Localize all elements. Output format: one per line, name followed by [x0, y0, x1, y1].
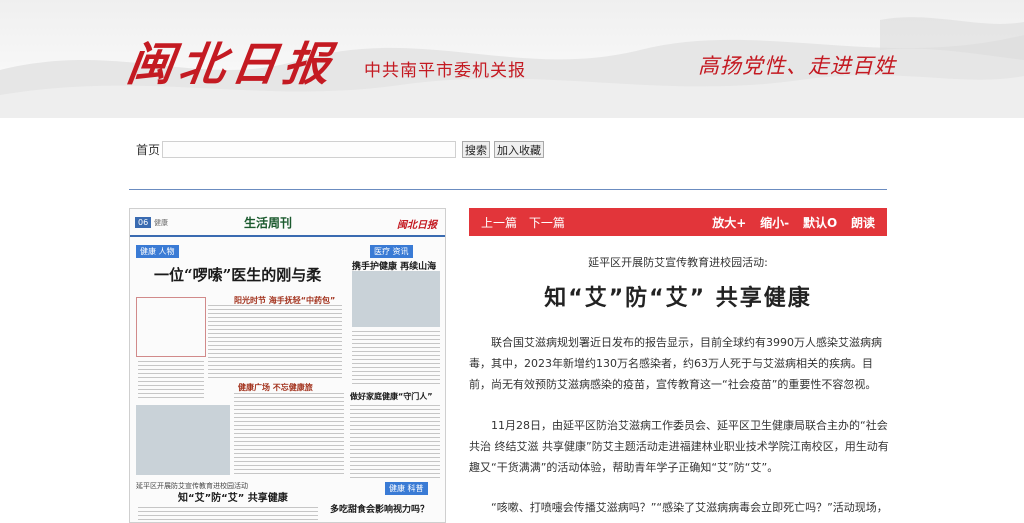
- photo: [352, 271, 440, 327]
- add-favorite-button[interactable]: 加入收藏: [494, 140, 545, 158]
- divider: [129, 189, 887, 190]
- tag-health-people: 健康 人物: [136, 245, 179, 258]
- text-block: [350, 405, 440, 479]
- paper-logo: 闽北日报: [397, 220, 437, 231]
- prev-article-link[interactable]: 上一篇: [481, 216, 517, 230]
- newspaper-page-thumbnail[interactable]: 06 健康 生活周刊 闽北日报 健康 人物 一位“啰嗦”医生的刚与柔 医疗 资讯…: [129, 208, 446, 523]
- paper-section-3: 做好家庭健康“守门人”: [350, 392, 433, 401]
- default-size-button[interactable]: 默认O: [803, 216, 837, 230]
- zoom-in-button[interactable]: 放大+: [712, 216, 746, 230]
- search-input[interactable]: [162, 140, 457, 158]
- next-article-link[interactable]: 下一篇: [529, 216, 565, 230]
- paper-section-1: 阳光时节 海手抚轻“中药包”: [234, 296, 336, 305]
- text-block: [234, 393, 344, 477]
- article-nav: 上一篇 下一篇: [481, 214, 573, 231]
- read-aloud-button[interactable]: 朗读: [851, 216, 875, 230]
- page-number: 06: [135, 217, 152, 228]
- text-block: [208, 305, 342, 381]
- site-subtitle: 中共南平市委机关报: [364, 61, 526, 81]
- tag-health-science: 健康 科普: [385, 482, 428, 495]
- site-slogan: 高扬党性、走进百姓: [698, 54, 896, 78]
- quote-box: [136, 297, 206, 357]
- site-header: 闽北日报 中共南平市委机关报 高扬党性、走进百姓: [0, 0, 1024, 118]
- text-block: [138, 361, 204, 401]
- article-paragraph: “咳嗽、打喷嚏会传播艾滋病吗？”“感染了艾滋病病毒会立即死亡吗？”活动现场，: [491, 501, 888, 514]
- zoom-out-button[interactable]: 缩小-: [760, 216, 789, 230]
- search-button[interactable]: 搜索: [462, 140, 491, 158]
- page-name: 健康: [154, 219, 168, 227]
- font-controls: 放大+ 缩小- 默认O 朗读: [702, 214, 875, 231]
- article-subtitle: 延平区开展防艾宣传教育进校园活动:: [588, 256, 768, 269]
- text-block: [138, 507, 318, 522]
- paper-headline-left[interactable]: 一位“啰嗦”医生的刚与柔: [154, 264, 321, 285]
- article-paragraph: 联合国艾滋病规划署近日发布的报告显示，目前全球约有3990万人感染艾滋病病毒，其…: [469, 336, 882, 391]
- tag-medical-news: 医疗 资讯: [370, 245, 413, 258]
- text-block: [352, 331, 440, 387]
- paper-headline-bottom[interactable]: 知“艾”防“艾” 共享健康: [178, 489, 288, 504]
- article-toolbar: 上一篇 下一篇 放大+ 缩小- 默认O 朗读: [469, 208, 887, 236]
- search-bar: 首页 搜索 加入收藏: [136, 140, 548, 158]
- paper-section-2: 健康广场 不忘健康旅: [238, 383, 313, 392]
- home-link[interactable]: 首页: [136, 141, 160, 158]
- photo: [136, 405, 230, 475]
- site-logo[interactable]: 闽北日报: [123, 28, 340, 94]
- article-title: 知“艾”防“艾” 共享健康: [544, 286, 812, 311]
- article-paragraph: 11月28日，由延平区防治艾滋病工作委员会、延平区卫生健康局联合主办的“社会共治…: [469, 419, 889, 474]
- paper-headline-bottom-right[interactable]: 多吃甜食会影响视力吗？: [330, 502, 429, 515]
- weekly-title: 生活周刊: [244, 216, 293, 230]
